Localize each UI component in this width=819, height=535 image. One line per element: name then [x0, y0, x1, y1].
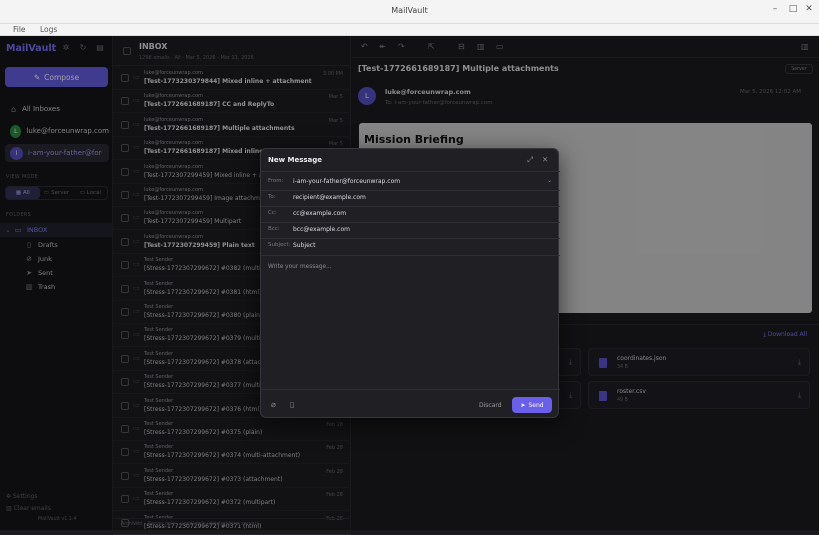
menu-file[interactable]: File: [13, 25, 26, 34]
bcc-field[interactable]: Bcc: bcc@example.com: [261, 222, 560, 238]
menu-logs[interactable]: Logs: [40, 25, 57, 34]
subject-field[interactable]: Subject: Subject: [261, 238, 560, 254]
close-icon[interactable]: ✕: [542, 155, 548, 164]
from-field[interactable]: From: i-am-your-father@forceunwrap.com ⌄: [261, 174, 560, 190]
expand-icon[interactable]: ⤢: [527, 155, 533, 165]
to-field[interactable]: To: recipient@example.com: [261, 190, 560, 206]
discard-button[interactable]: Discard: [479, 402, 502, 409]
send-button[interactable]: ➤ Send: [512, 397, 552, 413]
window-title: MailVault: [391, 6, 428, 15]
chevron-down-icon: ⌄: [546, 177, 552, 184]
minimize-icon[interactable]: –: [768, 4, 782, 14]
template-icon[interactable]: ▯: [290, 400, 294, 409]
send-icon: ➤: [520, 401, 526, 409]
cc-field[interactable]: Cc: cc@example.com: [261, 206, 560, 222]
maximize-icon[interactable]: □: [786, 4, 800, 14]
dialog-title: New Message: [268, 156, 323, 164]
title-bar: MailVault – □ ✕: [0, 0, 819, 24]
message-body-input[interactable]: Write your message...: [268, 264, 332, 270]
paperclip-icon[interactable]: ⌀: [271, 400, 276, 409]
close-window-icon[interactable]: ✕: [802, 4, 816, 14]
dialog-footer: ⌀ ▯ Discard ➤ Send: [261, 389, 560, 419]
compose-dialog: New Message ⤢ ✕ From: i-am-your-father@f…: [260, 148, 560, 419]
menu-bar: File Logs: [0, 24, 819, 36]
